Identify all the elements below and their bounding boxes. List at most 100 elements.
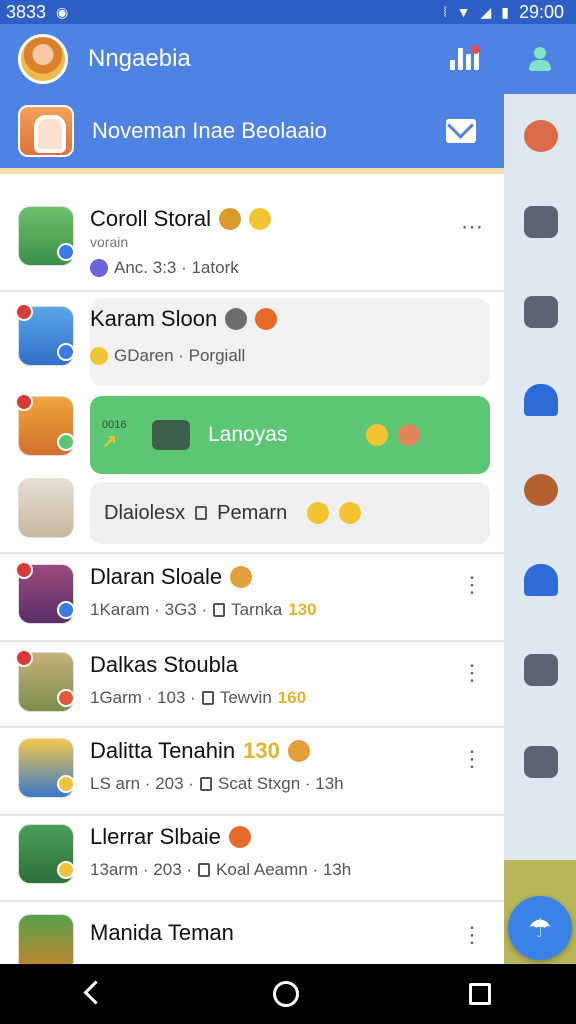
chart-icon[interactable] xyxy=(444,39,484,79)
badge-icon xyxy=(15,649,33,667)
emoji-icon xyxy=(287,740,310,762)
gray-card[interactable]: Dlaiolesx Pemarn xyxy=(90,482,490,544)
list-item[interactable]: Dlaran Sloale 1Karam · 3G3 · Tarnka 130 ⋮ xyxy=(0,561,504,624)
lock-icon xyxy=(213,603,226,617)
status-badge xyxy=(57,689,75,707)
avatar xyxy=(15,393,75,456)
status-left-text: 3833 xyxy=(6,1,47,22)
list-icon xyxy=(152,420,190,450)
list-item[interactable]: Dalkas Stoubla 1Garm · 103 · Tewvin 160 ⋮ xyxy=(0,649,504,712)
contact-name: Coroll Storal xyxy=(90,206,212,231)
user-icon[interactable] xyxy=(524,564,558,596)
row-meta-secondary: Tewvin xyxy=(219,688,272,707)
contact-name: Manida Teman xyxy=(90,920,234,945)
contact-name: Llerrar Slbaie xyxy=(90,824,221,849)
recents-icon[interactable] xyxy=(469,983,491,1005)
navigation-bar xyxy=(0,964,576,1024)
mail-icon[interactable] xyxy=(446,119,476,143)
wifi-icon: ▼ xyxy=(456,4,471,20)
emoji-icon xyxy=(90,347,108,365)
row-meta: GDaren · Porgiall xyxy=(114,346,246,365)
row-meta-number: 160 xyxy=(277,688,307,707)
divider xyxy=(0,552,504,554)
name-number: 130 xyxy=(243,738,280,763)
avatar xyxy=(15,649,75,712)
badge-icon xyxy=(15,303,33,321)
back-icon[interactable] xyxy=(85,983,103,1005)
card-label-secondary: Pemarn xyxy=(217,501,288,524)
card-label: Lanoyas xyxy=(208,423,288,446)
list-item[interactable]: Dalitta Tenahin 130 LS arn · 203 · Scat St… xyxy=(0,738,504,798)
avatar xyxy=(15,303,75,366)
gamepad-icon[interactable] xyxy=(524,746,558,778)
bot-icon[interactable] xyxy=(524,296,558,328)
divider xyxy=(0,900,504,902)
divider xyxy=(0,290,504,292)
umbrella-icon: ☂ xyxy=(528,912,552,943)
contact-name: Dalitta Tenahin xyxy=(90,738,236,763)
smile-icon xyxy=(249,208,272,230)
more-icon[interactable]: ⋮ xyxy=(460,748,484,770)
puzzle-icon[interactable] xyxy=(524,206,558,238)
more-icon[interactable]: ⋯ xyxy=(460,216,484,238)
person-icon[interactable] xyxy=(520,39,560,79)
status-badge xyxy=(57,861,75,879)
emoji-icon xyxy=(255,308,278,330)
status-bar: 3833 ◉ ⦚ ▼ ◢ ▮ 29:00 xyxy=(0,0,576,24)
home-icon[interactable] xyxy=(273,981,299,1007)
pet-icon[interactable] xyxy=(524,474,558,506)
character-icon xyxy=(398,424,420,446)
conversation-list: Coroll Storal vorain Anc. 3:3 · 1atork ⋯… xyxy=(0,180,504,964)
contact-name: Karam Sloon xyxy=(90,306,218,331)
avatar xyxy=(18,914,74,964)
emoji-icon xyxy=(225,308,248,330)
list-item[interactable]: Coroll Storal vorain Anc. 3:3 · 1atork ⋯ xyxy=(0,206,504,278)
status-time: 29:00 xyxy=(518,1,564,22)
heart-icon xyxy=(90,259,108,277)
more-icon[interactable]: ⋮ xyxy=(460,924,484,946)
status-badge xyxy=(57,343,75,361)
compose-fab[interactable]: ☂ xyxy=(508,896,572,960)
divider xyxy=(0,814,504,816)
contact-subtitle: vorain xyxy=(90,234,129,250)
chat-avatar xyxy=(18,105,74,157)
card-label: Dlaiolesx xyxy=(104,501,186,524)
row-meta: 13arm · 203 · xyxy=(90,860,193,879)
row-meta: LS arn · 203 · xyxy=(90,774,194,793)
side-rail xyxy=(504,94,576,964)
smile-icon xyxy=(307,502,330,524)
more-icon[interactable]: ⋮ xyxy=(460,574,484,596)
lock-icon xyxy=(201,691,214,705)
group-icon[interactable] xyxy=(524,384,558,416)
growth-icon: ↗ xyxy=(102,430,118,451)
chat-bubble-icon[interactable] xyxy=(524,120,558,152)
lock-icon xyxy=(199,777,212,791)
list-item[interactable]: Llerrar Slbaie 13arm · 203 · Koal Aeamn ·… xyxy=(0,824,504,884)
status-badge xyxy=(57,243,75,261)
status-badge xyxy=(57,601,75,619)
row-meta-number: 130 xyxy=(288,600,317,619)
row-meta: 1Garm · 103 · xyxy=(90,688,196,707)
signal-icon: ◢ xyxy=(480,3,492,20)
status-badge xyxy=(57,433,75,451)
more-icon[interactable]: ⋮ xyxy=(460,662,484,684)
emoji-icon xyxy=(230,566,253,588)
divider xyxy=(0,726,504,728)
row-meta-secondary: Scat Stxgn · 13h xyxy=(217,774,344,793)
list-item[interactable]: Manida Teman ⋮ xyxy=(0,914,504,964)
divider xyxy=(0,640,504,642)
row-meta-secondary: Tarnka xyxy=(231,600,283,619)
avatar xyxy=(18,206,75,266)
list-item[interactable]: Karam Sloon GDaren · Porgiall xyxy=(0,303,504,366)
trophy-icon xyxy=(366,424,388,446)
row-meta: 1Karam · 3G3 · xyxy=(90,600,208,619)
app-title: Nngaebia xyxy=(88,45,191,72)
badge-icon xyxy=(15,393,33,411)
profile-avatar[interactable] xyxy=(18,34,68,84)
green-card[interactable]: 0016 ↗ Lanoyas xyxy=(90,396,490,474)
chat-header[interactable]: Noveman Inae Beolaaio xyxy=(0,94,504,174)
message-icon[interactable] xyxy=(524,654,558,686)
emoji-icon xyxy=(228,826,251,848)
avatar xyxy=(18,824,75,884)
smile-icon xyxy=(339,502,362,524)
